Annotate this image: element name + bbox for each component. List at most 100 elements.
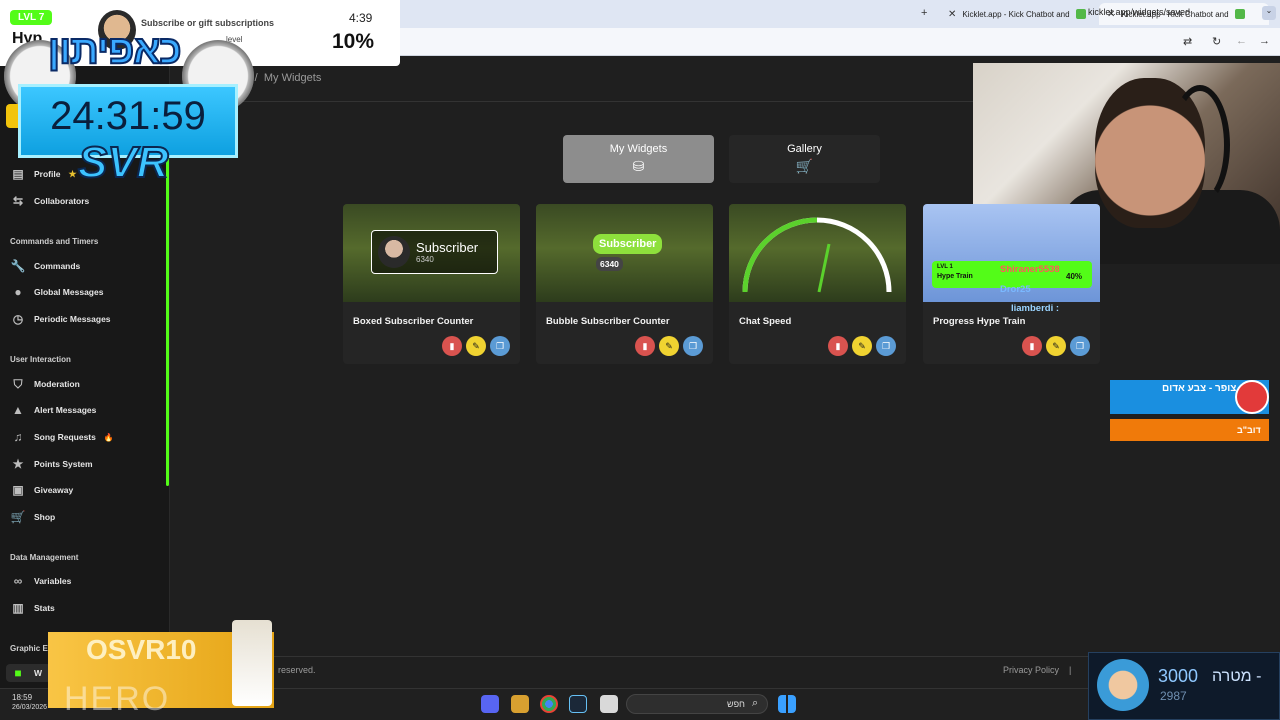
promo-brand: HERO (64, 680, 171, 718)
taskbar-search[interactable] (626, 694, 768, 714)
sidebar-item-giveaway[interactable]: ▣ Giveaway (10, 481, 73, 499)
sidebar-item-alert-messages[interactable]: ▲ Alert Messages (10, 401, 96, 419)
clock-date[interactable]: 26/03/2026 (12, 704, 47, 711)
tab-label: Gallery (787, 143, 822, 155)
perfume-bottle-image (232, 620, 272, 706)
overlay-time: 4:39 (349, 11, 373, 25)
sidebar-item-song-requests[interactable]: ♫ Song Requests 🔥 (10, 428, 114, 446)
widget-card[interactable]: Subscriber 6340 Bubble Subscriber Counte… (536, 204, 713, 364)
sidebar-section-title: Data Management (10, 553, 79, 562)
forward-icon[interactable]: → (1259, 35, 1270, 47)
sidebar-item-variables[interactable]: ∞ Variables (10, 572, 72, 590)
sidebar-item-widgets[interactable]: ■ W (6, 664, 51, 682)
link-icon: ∞ (13, 574, 23, 588)
sidebar-item-label: Collaborators (34, 196, 90, 206)
preview-label: Subscriber (416, 240, 479, 255)
sidebar-item-label: Commands (34, 261, 81, 271)
goal-label: מטרה - (1212, 668, 1262, 685)
duplicate-button[interactable]: ❐ (876, 336, 896, 356)
wrench-icon: 🔧 (10, 259, 26, 273)
breadcrumb-current: My Widgets (263, 72, 322, 84)
overlay-subtitle: Subscribe or gift subscriptions (141, 18, 275, 28)
new-tab-icon[interactable]: + (921, 7, 927, 19)
privacy-policy-link[interactable]: Privacy Policy | (1003, 665, 1071, 675)
edit-button[interactable]: ✎ (466, 336, 486, 356)
hype-train-percent: 40% (1066, 272, 1083, 281)
widget-preview: Subscriber 6340 (343, 204, 520, 302)
sidebar-item-label: Moderation (34, 379, 80, 389)
preview-count: 6340 (416, 255, 434, 264)
sidebar-item-stats[interactable]: ▥ Stats (10, 599, 54, 617)
edit-button[interactable]: ✎ (852, 336, 872, 356)
sidebar-item-label: Global Messages (34, 287, 104, 297)
copy-icon: ❐ (1075, 340, 1085, 351)
duplicate-button[interactable]: ❐ (490, 336, 510, 356)
widget-title: Progress Hype Train (933, 316, 1026, 327)
widget-title: Bubble Subscriber Counter (546, 316, 670, 327)
sidebar-section-title: Graphic E (10, 644, 48, 653)
sidebar-item-commands[interactable]: 🔧 Commands (10, 257, 81, 275)
sidebar-item-shop[interactable]: 🛒 Shop (10, 508, 56, 526)
hype-train-name: Hype Train (937, 273, 973, 280)
trash-icon: ▮ (1029, 340, 1035, 351)
browser-tab[interactable]: ✕ Kicklet.app - Kick Chatbot and (940, 3, 1110, 25)
fire-icon: 🔥 (103, 432, 114, 442)
chrome-icon[interactable] (540, 695, 558, 713)
steam-icon[interactable] (569, 695, 587, 713)
tune-icon[interactable]: ⇄ (1183, 35, 1192, 48)
sidebar-item-global-messages[interactable]: ● Global Messages (10, 283, 103, 301)
delete-button[interactable]: ▮ (828, 336, 848, 356)
gauge-arc (742, 217, 892, 293)
edit-button[interactable]: ✎ (1046, 336, 1066, 356)
edit-button[interactable]: ✎ (659, 336, 679, 356)
sidebar-item-profile[interactable]: ▤ Profile ★ (10, 165, 77, 183)
tab-gallery[interactable]: Gallery 🛒 (729, 135, 880, 183)
duplicate-button[interactable]: ❐ (683, 336, 703, 356)
trash-icon: ▮ (835, 340, 841, 351)
app-icon[interactable] (511, 695, 529, 713)
subathon-timer: 24:31:59 (50, 94, 206, 138)
gift-icon: ▣ (12, 483, 24, 497)
clock-time[interactable]: 18:59 (12, 693, 32, 702)
tab-my-widgets[interactable]: My Widgets ⛁ (563, 135, 714, 183)
star-icon: ★ (12, 457, 24, 471)
sidebar-item-label: Variables (34, 576, 72, 586)
widget-preview: Subscriber 6340 (536, 204, 713, 302)
duplicate-button[interactable]: ❐ (1070, 336, 1090, 356)
goal-current: 2987 (1160, 689, 1187, 703)
delete-button[interactable]: ▮ (1022, 336, 1042, 356)
gauge-arc-fill (742, 217, 818, 293)
close-icon[interactable]: ✕ (948, 9, 956, 20)
star-icon: ★ (68, 168, 77, 179)
sidebar-item-points-system[interactable]: ★ Points System (10, 455, 93, 473)
promo-code: OSVR10 (86, 634, 197, 665)
copy-icon: ❐ (881, 340, 891, 351)
copy-icon: ❐ (688, 340, 698, 351)
delete-button[interactable]: ▮ (635, 336, 655, 356)
chevron-down-icon[interactable]: ⌄ (1262, 6, 1276, 20)
widget-card[interactable]: Chat Speed ▮ ✎ ❐ (729, 204, 906, 364)
discord-icon[interactable] (481, 695, 499, 713)
cartoon-avatar (1097, 659, 1149, 711)
kicklet-favicon-icon (1234, 9, 1245, 19)
back-icon[interactable]: ← (1236, 35, 1247, 47)
chat-icon: ● (14, 285, 22, 299)
sidebar-item-periodic-messages[interactable]: ◷ Periodic Messages (10, 310, 111, 328)
sidebar-item-moderation[interactable]: ⛉ Moderation (10, 375, 80, 393)
windows-start-icon[interactable] (778, 695, 796, 713)
trash-icon: ▮ (642, 340, 648, 351)
level-badge: LVL 7 (10, 10, 53, 25)
cart-icon: 🛒 (10, 510, 26, 524)
delete-button[interactable]: ▮ (442, 336, 462, 356)
subscriber-box-preview: Subscriber 6340 (371, 230, 498, 274)
url-field[interactable]: kicklet.app/widgets/saved (1088, 7, 1190, 17)
reload-icon[interactable]: ↻ (1212, 35, 1221, 48)
file-explorer-icon[interactable] (600, 695, 618, 713)
copy-icon: ❐ (495, 340, 505, 351)
sidebar-section-title: User Interaction (10, 355, 71, 364)
sidebar-item-collaborators[interactable]: ⇆ Collaborators (10, 192, 89, 210)
widget-card[interactable]: Subscriber 6340 Boxed Subscriber Counter… (343, 204, 520, 364)
pencil-icon: ✎ (472, 340, 480, 351)
privacy-policy-label: Privacy Policy (1003, 665, 1060, 675)
stream-logo: כאפיתון (47, 27, 183, 73)
